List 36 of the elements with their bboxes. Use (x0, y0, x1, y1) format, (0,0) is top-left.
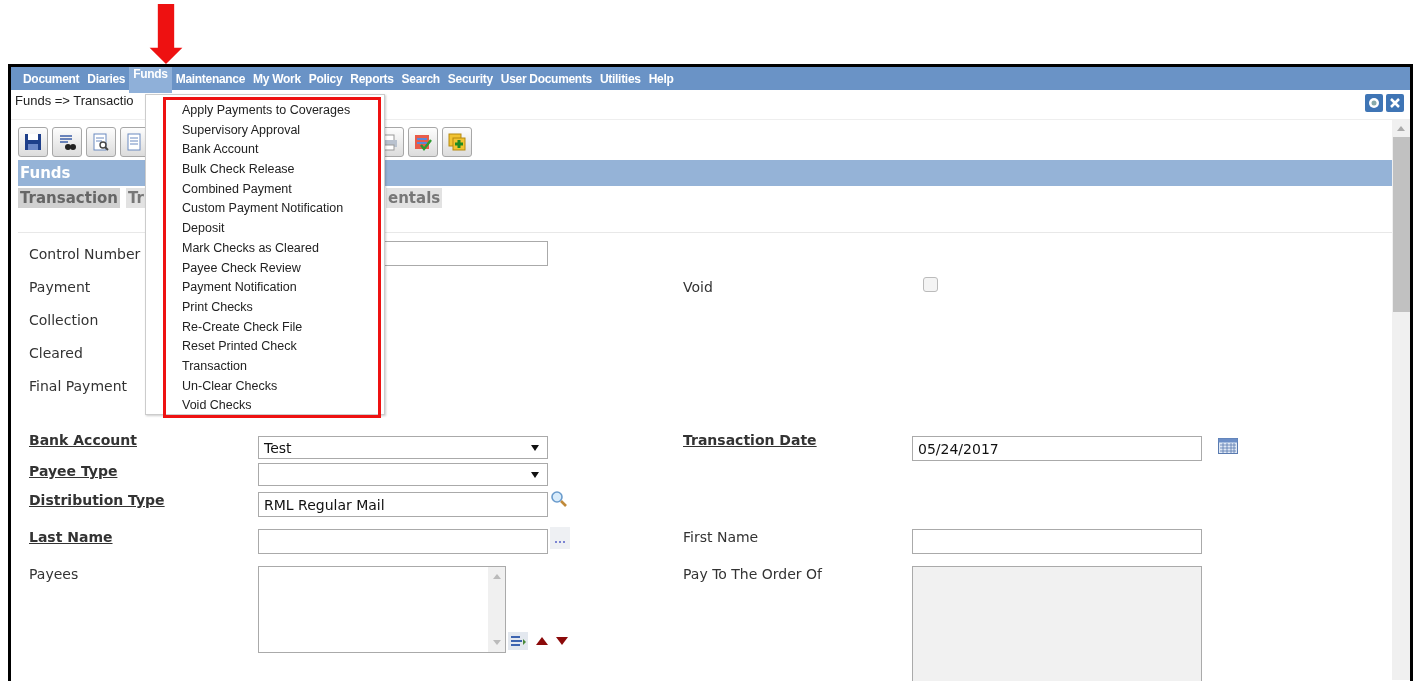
field-label: Final Payment (29, 377, 127, 394)
field-label: First Name (683, 529, 759, 545)
tab[interactable]: Transaction (18, 188, 121, 208)
menu-option[interactable]: Void Checks (182, 396, 384, 416)
menu-option[interactable]: Transaction (182, 356, 384, 377)
section-title: Funds (20, 164, 71, 182)
breadcrumb: Funds => Transactio (14, 93, 134, 108)
field-label: Control Number (29, 245, 141, 262)
menu-option[interactable]: Payment Notification (182, 278, 384, 298)
field-label: Collection (29, 311, 99, 328)
menu-option[interactable]: Bank Account (182, 140, 384, 161)
field-label: Payee Type (29, 463, 118, 479)
field-label: Payment (29, 278, 91, 295)
date-field[interactable]: 05/24/2017 (912, 436, 1202, 461)
menu-option[interactable]: Bulk Check Release (182, 160, 384, 180)
field-label: Bank Account (29, 432, 137, 448)
menu-option[interactable]: Print Checks (182, 297, 384, 318)
menu-option[interactable]: Custom Payment Notification (182, 199, 384, 220)
menu-option[interactable]: Apply Payments to Coverages (182, 101, 384, 121)
menu-option[interactable]: Re-Create Check File (182, 317, 384, 338)
menu-option[interactable]: Un-Clear Checks (182, 376, 384, 397)
menu-option[interactable]: Mark Checks as Cleared (182, 238, 384, 259)
menu-option[interactable]: Supervisory Approval (182, 120, 384, 141)
field-label: Void (683, 278, 713, 295)
field-label: Payees (29, 566, 79, 582)
field-label: Cleared (29, 344, 83, 361)
menu-option[interactable]: Deposit (182, 219, 384, 239)
field-label: Last Name (29, 529, 113, 545)
menu-option[interactable]: Combined Payment (182, 179, 384, 200)
menu-option[interactable]: Reset Printed Check (182, 337, 384, 357)
field-label: Transaction Date (683, 432, 817, 448)
text-field[interactable]: RML Regular Mail (258, 492, 548, 517)
menu-option[interactable]: Payee Check Review (182, 258, 384, 279)
field-label: Distribution Type (29, 492, 165, 508)
dropdown-field[interactable]: Test (258, 436, 548, 459)
field-label: Pay To The Order Of (683, 566, 822, 582)
